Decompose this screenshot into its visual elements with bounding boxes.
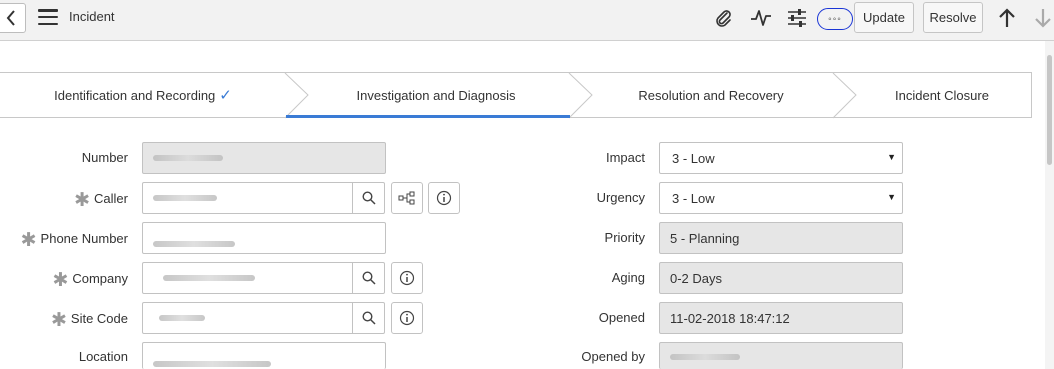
page-title: Incident <box>69 9 115 24</box>
company-input[interactable] <box>142 262 354 294</box>
dropdown-caret-icon: ▼ <box>887 152 896 162</box>
info-icon <box>399 270 415 286</box>
redacted-value <box>153 155 223 161</box>
phone-number-input[interactable] <box>142 222 386 254</box>
phone-number-label: ✱ Phone Number <box>20 230 128 251</box>
more-options-icon[interactable]: ◦◦◦ <box>817 8 853 30</box>
aging-field: 0-2 Days <box>659 262 903 294</box>
aging-value: 0-2 Days <box>670 270 723 286</box>
opened-label: Opened <box>598 310 645 325</box>
number-field[interactable] <box>142 142 386 174</box>
process-flow: Identification and Recording ✓ Investiga… <box>0 72 1032 119</box>
company-label: ✱ Company <box>52 270 128 291</box>
site-code-info-button[interactable] <box>391 302 423 334</box>
redacted-value <box>153 241 235 247</box>
number-label: Number <box>81 150 128 165</box>
flow-stage-label: Resolution and Recovery <box>638 87 784 103</box>
back-button[interactable] <box>0 3 26 33</box>
arrow-down-icon[interactable] <box>1030 6 1054 30</box>
opened-by-field[interactable] <box>659 342 903 369</box>
search-icon <box>361 311 376 325</box>
required-icon: ✱ <box>52 270 69 291</box>
caller-label: ✱ Caller <box>74 190 128 211</box>
flow-stage-closure: Incident Closure <box>852 73 1032 117</box>
active-stage-indicator <box>286 115 570 118</box>
redacted-value <box>159 315 205 321</box>
form-header: Incident ◦◦◦ Update Resolve <box>0 0 1054 41</box>
update-button[interactable]: Update <box>854 2 914 33</box>
info-icon <box>399 310 415 326</box>
paperclip-icon[interactable] <box>710 6 736 30</box>
dropdown-caret-icon: ▼ <box>887 192 896 202</box>
search-icon <box>361 191 376 205</box>
priority-label: Priority <box>604 230 645 245</box>
opened-by-label: Opened by <box>581 349 645 364</box>
flow-stage-label: Identification and Recording <box>54 87 216 103</box>
redacted-value <box>153 195 217 201</box>
location-input[interactable] <box>142 342 386 369</box>
activity-icon[interactable] <box>748 6 774 30</box>
aging-label: Aging <box>611 270 645 285</box>
caller-info-button[interactable] <box>428 182 460 214</box>
priority-field: 5 - Planning <box>659 222 903 254</box>
impact-label: Impact <box>605 150 645 165</box>
search-icon <box>361 271 376 285</box>
redacted-value <box>153 361 271 367</box>
opened-value: 11-02-2018 18:47:12 <box>670 310 790 326</box>
flow-stage-label: Incident Closure <box>895 87 989 103</box>
impact-value: 3 - Low <box>672 150 715 166</box>
flow-stage-investigation: Investigation and Diagnosis <box>300 73 572 117</box>
info-icon <box>436 190 452 206</box>
redacted-value <box>163 275 255 281</box>
required-icon: ✱ <box>20 230 37 251</box>
resolve-button[interactable]: Resolve <box>923 2 983 33</box>
hierarchy-icon <box>398 191 415 205</box>
redacted-value <box>670 354 740 360</box>
page-scrollbar[interactable] <box>1045 41 1054 369</box>
impact-select[interactable]: 3 - Low ▼ <box>659 142 903 174</box>
caller-lookup-button[interactable] <box>352 182 385 214</box>
urgency-label: Urgency <box>596 190 645 205</box>
chevron-left-icon <box>6 10 15 26</box>
scrollbar-thumb[interactable] <box>1047 55 1052 165</box>
company-info-button[interactable] <box>391 262 423 294</box>
site-code-input[interactable] <box>142 302 354 334</box>
urgency-value: 3 - Low <box>672 190 715 206</box>
sliders-icon[interactable] <box>784 6 810 30</box>
caller-input[interactable] <box>142 182 354 214</box>
arrow-up-icon[interactable] <box>994 6 1020 30</box>
site-code-lookup-button[interactable] <box>352 302 385 334</box>
location-label: Location <box>78 349 128 364</box>
priority-value: 5 - Planning <box>670 230 740 246</box>
flow-stage-identification: Identification and Recording ✓ <box>0 73 286 117</box>
company-lookup-button[interactable] <box>352 262 385 294</box>
caller-hierarchy-button[interactable] <box>391 182 423 214</box>
flow-stage-label: Investigation and Diagnosis <box>356 87 516 103</box>
required-icon: ✱ <box>50 310 67 331</box>
urgency-select[interactable]: 3 - Low ▼ <box>659 182 903 214</box>
required-icon: ✱ <box>74 190 91 211</box>
flow-stage-resolution: Resolution and Recovery <box>588 73 834 117</box>
checkmark-icon: ✓ <box>219 87 232 104</box>
site-code-label: ✱ Site Code <box>50 310 128 331</box>
menu-icon[interactable] <box>38 9 58 25</box>
opened-field: 11-02-2018 18:47:12 <box>659 302 903 334</box>
